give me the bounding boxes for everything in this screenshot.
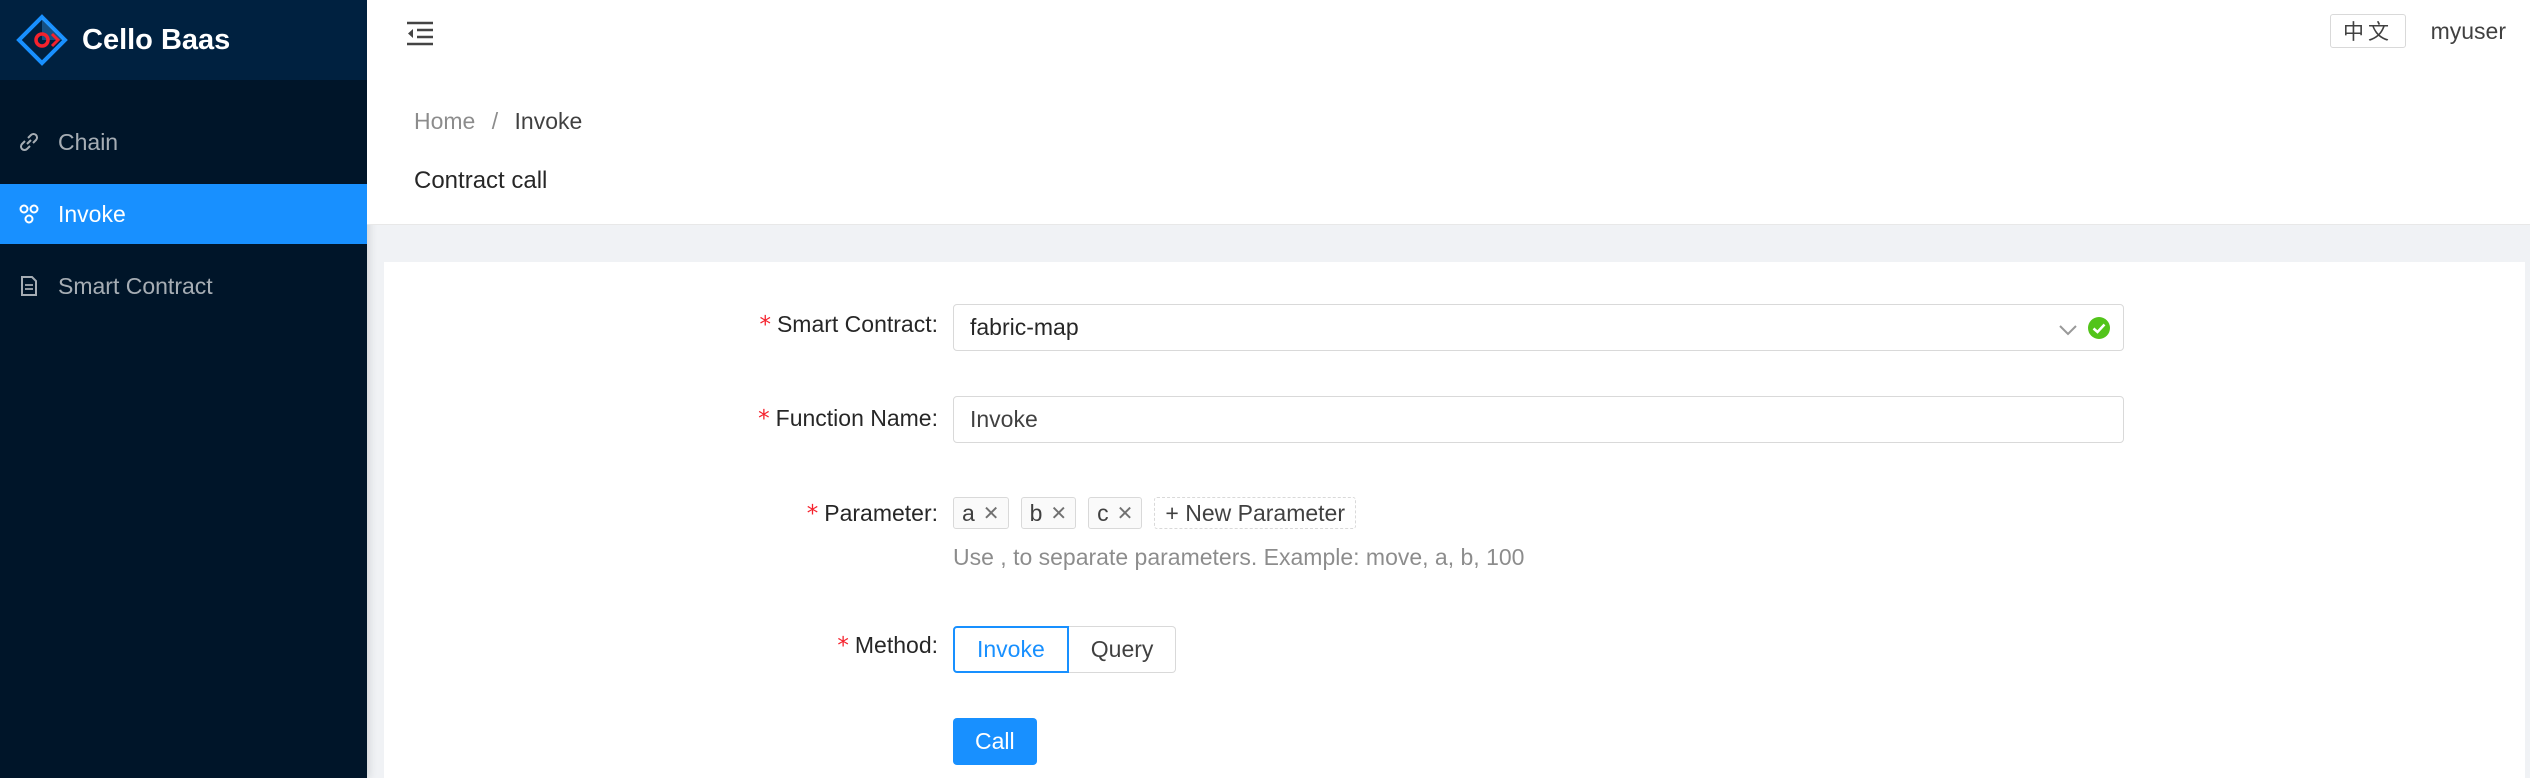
close-icon[interactable]: ✕ [1050, 501, 1067, 525]
breadcrumb: Home / Invoke [414, 108, 582, 135]
page-title: Contract call [414, 167, 548, 194]
top-header: 中文 myuser [367, 0, 2530, 80]
parameter-tag: a ✕ [953, 497, 1009, 529]
required-mark: * [758, 406, 770, 432]
method-option-invoke[interactable]: Invoke [953, 626, 1069, 673]
parameter-help-text: Use , to separate parameters. Example: m… [953, 544, 1525, 570]
smart-contract-select[interactable]: fabric-map [953, 304, 2124, 351]
required-mark: * [759, 312, 771, 338]
parameter-tags: a ✕ b ✕ c ✕ + New Parameter [953, 496, 1524, 530]
close-icon[interactable]: ✕ [983, 501, 1000, 525]
breadcrumb-separator: / [491, 108, 499, 134]
function-name-input[interactable]: Invoke [953, 396, 2124, 443]
required-mark: * [837, 633, 849, 659]
cluster-icon [19, 204, 39, 224]
sidebar-item-chain[interactable]: Chain [0, 112, 367, 172]
function-name-label: * Function Name: [758, 405, 938, 432]
logo[interactable]: Cello Baas [0, 0, 367, 80]
breadcrumb-home[interactable]: Home [414, 108, 475, 134]
select-value: fabric-map [970, 314, 1079, 340]
parameter-tag: c ✕ [1088, 497, 1143, 529]
app-title: Cello Baas [82, 23, 231, 56]
breadcrumb-current: Invoke [514, 108, 583, 134]
link-icon [19, 132, 39, 152]
sidebar-item-smart-contract[interactable]: Smart Contract [0, 256, 367, 316]
check-circle-icon [2088, 317, 2110, 339]
required-mark: * [806, 501, 819, 527]
page-header: Home / Invoke Contract call [367, 80, 2530, 225]
close-icon[interactable]: ✕ [1117, 501, 1134, 525]
smart-contract-label: * Smart Contract: [759, 311, 938, 338]
logo-icon [16, 14, 68, 66]
language-switch[interactable]: 中文 [2330, 14, 2406, 48]
menu-fold-icon[interactable] [403, 16, 437, 50]
method-radio-group: Invoke Query [953, 626, 1177, 673]
user-menu[interactable]: myuser [2431, 18, 2506, 45]
method-label: * Method: [837, 632, 938, 659]
sidebar-menu: Chain Invoke Smart Contract [0, 112, 367, 316]
contract-call-form: * Smart Contract: fabric-map * Function Na… [384, 262, 2525, 778]
parameter-label: * Parameter: [806, 500, 938, 527]
call-button[interactable]: Call [953, 718, 1037, 765]
parameter-tag: b ✕ [1020, 497, 1077, 529]
new-parameter-button[interactable]: + New Parameter [1154, 497, 1356, 529]
file-text-icon [21, 276, 37, 296]
sidebar-item-invoke[interactable]: Invoke [0, 184, 367, 244]
sidebar-item-label: Smart Contract [58, 272, 213, 299]
sidebar-item-label: Chain [58, 128, 119, 155]
method-option-query[interactable]: Query [1068, 626, 1177, 673]
chevron-down-icon [2059, 325, 2077, 336]
sidebar: Cello Baas Chain Invoke Smart Contract [0, 0, 367, 778]
sidebar-item-label: Invoke [58, 200, 126, 227]
